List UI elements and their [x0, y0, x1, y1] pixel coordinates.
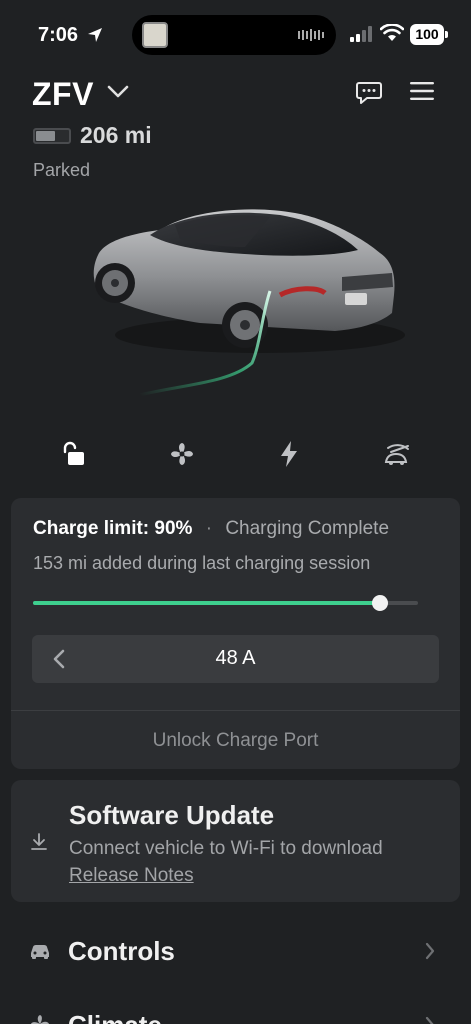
charge-summary: Charge limit: 90% · Charging Complete: [33, 518, 389, 540]
charging-status: Charging Complete: [225, 518, 390, 539]
status-time: 7:06: [38, 24, 79, 46]
menu-item-label: Climate: [68, 1010, 162, 1024]
tesla-app-screen: 7:06 100 ZFV 206 mi Parked Charge limit:…: [0, 0, 471, 1024]
charge-limit-slider-thumb[interactable]: [371, 595, 388, 611]
wifi-icon: [380, 24, 404, 41]
summon-icon: [384, 444, 409, 465]
bolt-icon: [281, 441, 297, 467]
software-update-card[interactable]: Software Update Connect vehicle to Wi-Fi…: [11, 780, 460, 902]
menu-item-controls[interactable]: Controls: [0, 926, 471, 976]
message-icon[interactable]: [355, 80, 383, 106]
range-battery-icon: [33, 128, 71, 144]
software-update-title: Software Update: [69, 800, 275, 830]
charge-limit-label: Charge limit:: [33, 518, 150, 539]
now-playing-thumbnail: [142, 22, 168, 48]
audio-wave-icon: [298, 29, 324, 41]
charge-button[interactable]: [269, 437, 309, 471]
location-arrow-icon: [88, 28, 102, 42]
fan-icon: [171, 443, 193, 465]
status-bar: 7:06 100: [0, 0, 471, 70]
charge-session-text: 153 mi added during last charging sessio…: [33, 553, 371, 573]
vehicle-status: Parked: [33, 160, 91, 180]
charge-current-value: 48 A: [215, 647, 256, 669]
fan-icon: [31, 1015, 49, 1024]
vehicle-name[interactable]: ZFV: [32, 76, 94, 113]
charge-current-stepper: 48 A: [32, 635, 439, 683]
unlock-icon: [63, 441, 84, 465]
car-icon: [31, 945, 49, 959]
quick-actions-bar: [0, 437, 471, 471]
range-value: 206 mi: [80, 122, 152, 148]
range-battery-fill: [36, 131, 55, 141]
divider: [11, 710, 460, 711]
software-update-subtitle: Connect vehicle to Wi-Fi to download: [69, 838, 383, 859]
summon-button[interactable]: [377, 437, 417, 471]
battery-indicator: 100: [410, 24, 448, 45]
dynamic-island[interactable]: [132, 15, 336, 55]
menu-item-climate[interactable]: Climate: [0, 1000, 471, 1024]
release-notes-link[interactable]: Release Notes: [69, 865, 194, 887]
charge-limit-slider[interactable]: [33, 595, 418, 611]
chevron-right-icon: [425, 1016, 434, 1024]
menu-item-label: Controls: [68, 936, 175, 966]
menu-icon[interactable]: [408, 80, 436, 102]
separator-dot: ·: [205, 518, 213, 539]
cellular-signal-icon: [350, 26, 372, 42]
charge-limit-slider-fill: [33, 601, 380, 605]
download-icon: [31, 833, 47, 850]
unlock-charge-port-button[interactable]: Unlock Charge Port: [11, 730, 460, 752]
chevron-right-icon: [425, 942, 435, 960]
vehicle-image: [93, 209, 405, 397]
chevron-down-icon[interactable]: [106, 84, 130, 100]
charging-card[interactable]: Charge limit: 90% · Charging Complete 15…: [11, 498, 460, 769]
charge-limit-value: 90%: [154, 518, 193, 539]
lock-button[interactable]: [53, 437, 93, 471]
climate-button[interactable]: [162, 437, 202, 471]
